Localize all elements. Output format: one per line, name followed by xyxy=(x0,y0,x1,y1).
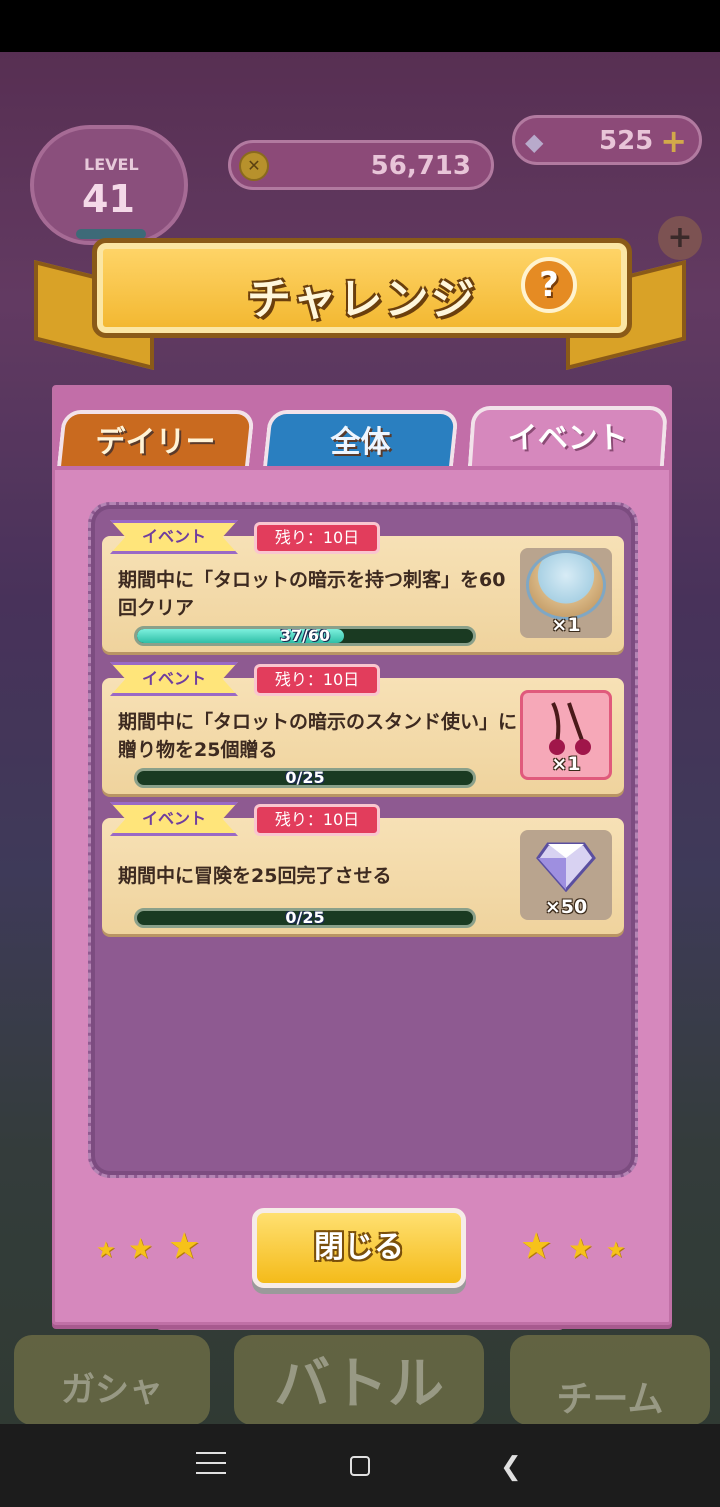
star-icon: ★ xyxy=(96,1238,116,1263)
level-number: 41 xyxy=(82,177,135,221)
challenge-card: イベント 残り：10日 期間中に冒険を25回完了させる 0/25 ×50 xyxy=(102,802,624,934)
nav-battle: バトル xyxy=(234,1335,484,1425)
coin-counter: ✕ 56,713 xyxy=(228,140,494,190)
close-button[interactable]: 閉じる xyxy=(252,1208,466,1288)
gem-counter: ◆ 525 + xyxy=(512,115,702,165)
event-tag: イベント xyxy=(110,802,238,836)
tab-daily[interactable]: デイリー xyxy=(57,410,255,466)
back-button[interactable]: ❮ xyxy=(500,1452,522,1482)
challenge-text: 期間中に冒険を25回完了させる xyxy=(118,865,392,887)
level-badge: LEVEL 41 xyxy=(30,125,188,245)
progress-text: 0/25 xyxy=(285,768,325,787)
recent-apps-button[interactable] xyxy=(196,1452,226,1480)
home-button[interactable] xyxy=(350,1456,370,1476)
status-bar xyxy=(0,0,720,52)
reward-item[interactable]: ×50 xyxy=(520,830,612,920)
title-banner: チャレンジ ? xyxy=(92,238,632,338)
progress-text: 37/60 xyxy=(279,626,331,645)
coin-icon: ✕ xyxy=(239,151,269,181)
remaining-badge: 残り：10日 xyxy=(254,664,380,696)
remaining-badge: 残り：10日 xyxy=(254,522,380,554)
star-icon: ★ xyxy=(168,1226,201,1267)
reward-count: ×50 xyxy=(544,896,588,918)
system-nav-bar: ❮ xyxy=(0,1424,720,1507)
star-icon: ★ xyxy=(520,1226,553,1267)
challenge-text: 期間中に「タロットの暗示を持つ刺客」を60回クリア xyxy=(118,569,506,619)
progress-text: 0/25 xyxy=(285,908,325,927)
challenge-card: イベント 残り：10日 期間中に「タロットの暗示を持つ刺客」を60回クリア 37… xyxy=(102,520,624,652)
reward-item[interactable]: ×1 xyxy=(520,690,612,780)
coin-value: 56,713 xyxy=(370,151,471,181)
tab-event[interactable]: イベント xyxy=(467,406,669,466)
reward-count: ×1 xyxy=(551,614,581,636)
star-icon: ★ xyxy=(128,1232,154,1265)
progress-bar: 37/60 xyxy=(134,626,476,646)
challenge-text: 期間中に「タロットの暗示のスタンド使い」に贈り物を25個贈る xyxy=(118,711,518,761)
event-tag: イベント xyxy=(110,520,238,554)
cherry-gift-icon xyxy=(549,702,591,755)
diamond-icon xyxy=(536,842,596,892)
nav-gacha: ガシャ xyxy=(14,1335,210,1425)
reward-count: ×1 xyxy=(551,753,581,775)
add-stamina-icon: + xyxy=(658,216,702,260)
star-icon: ★ xyxy=(606,1238,626,1263)
star-icon: ★ xyxy=(568,1232,594,1265)
level-label: LEVEL xyxy=(84,155,139,174)
event-tag: イベント xyxy=(110,662,238,696)
progress-bar: 0/25 xyxy=(134,908,476,928)
dialog-title: チャレンジ xyxy=(247,274,477,325)
progress-bar: 0/25 xyxy=(134,768,476,788)
pyramid-stage-icon xyxy=(526,550,606,620)
remaining-badge: 残り：10日 xyxy=(254,804,380,836)
challenge-card: イベント 残り：10日 期間中に「タロットの暗示のスタンド使い」に贈り物を25個… xyxy=(102,662,624,794)
nav-team: チーム xyxy=(510,1335,710,1425)
add-gems-icon: + xyxy=(660,122,687,160)
help-button[interactable]: ? xyxy=(521,257,577,313)
tab-overall[interactable]: 全体 xyxy=(263,410,459,466)
reward-item[interactable]: ×1 xyxy=(520,548,612,638)
gem-icon: ◆ xyxy=(525,128,544,156)
gem-value: 525 xyxy=(599,126,654,156)
